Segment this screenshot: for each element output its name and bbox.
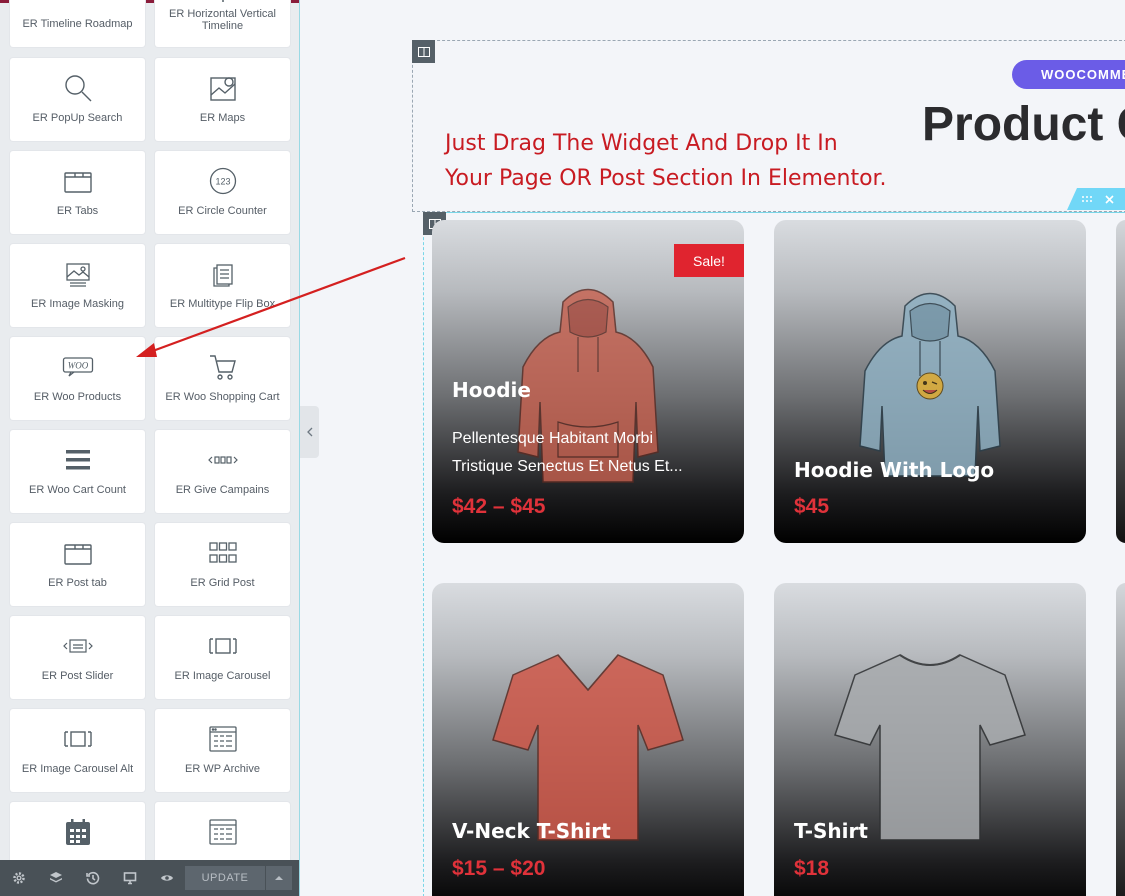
- section-handle[interactable]: [412, 40, 435, 63]
- widget-er-post-tab[interactable]: ER Post tab: [10, 523, 145, 606]
- counter-icon: 123: [155, 165, 290, 197]
- widget-er-image-carousel-alt[interactable]: ER Image Carousel Alt: [10, 709, 145, 792]
- widget-er-give-campains[interactable]: ER Give Campains: [155, 430, 290, 513]
- widget-er-popup-search[interactable]: ER PopUp Search: [10, 58, 145, 141]
- widget-label: ER Timeline Roadmap: [22, 18, 133, 30]
- v-neck-t-shirt-image: [432, 583, 744, 896]
- widget-er-image-carousel[interactable]: ER Image Carousel: [155, 616, 290, 699]
- cart-icon: [155, 351, 290, 383]
- tabs-icon: [10, 165, 145, 197]
- widget-label: ER Maps: [199, 112, 246, 124]
- widget-er-multitype-flip-box[interactable]: ER Multitype Flip Box: [155, 244, 290, 327]
- widget-label: ER PopUp Search: [32, 112, 123, 124]
- widget-er-woo-cart-count[interactable]: ER Woo Cart Count: [10, 430, 145, 513]
- widget-er-maps[interactable]: ER Maps: [155, 58, 290, 141]
- carousel-icon: [10, 723, 145, 755]
- layers-icon[interactable]: [37, 860, 74, 896]
- widget-label: ER Give Campains: [175, 484, 270, 496]
- image-icon: [10, 258, 145, 290]
- widget-label: ER Woo Cart Count: [28, 484, 126, 496]
- svg-text:WOO: WOO: [67, 361, 88, 371]
- widget-er-post-slider[interactable]: ER Post Slider: [10, 616, 145, 699]
- woo-icon: WOO: [10, 351, 145, 383]
- product-price: $45: [794, 495, 830, 518]
- search-icon: [10, 72, 145, 104]
- panel-footer: UPDATE: [0, 860, 299, 896]
- menu-lines-icon: [10, 444, 145, 476]
- product-card-edge: [1116, 220, 1125, 543]
- widget-label: ER Post Slider: [41, 670, 114, 682]
- widget-label: ER Multitype Flip Box: [169, 298, 276, 310]
- product-card[interactable]: V-Neck T-Shirt $15 – $20: [432, 583, 744, 896]
- widget-er-circle-counter[interactable]: 123 ER Circle Counter: [155, 151, 290, 234]
- widget-label: ER Woo Shopping Cart: [165, 391, 280, 403]
- product-card[interactable]: Sale! Hoodie Pellentesque Habitant Morbi…: [432, 220, 744, 543]
- tabs-icon: [10, 537, 145, 569]
- update-options-button[interactable]: [266, 866, 292, 890]
- widget-er-horizontal-vertical-timeline[interactable]: ER Horizontal Vertical Timeline: [155, 0, 290, 47]
- widget-er-tabs[interactable]: ER Tabs: [10, 151, 145, 234]
- widget-er-grid-post[interactable]: ER Grid Post: [155, 523, 290, 606]
- widget-er-timeline-roadmap[interactable]: ER Timeline Roadmap: [10, 0, 145, 47]
- product-price: $15 – $20: [452, 857, 546, 880]
- widget-label: ER Horizontal Vertical Timeline: [169, 8, 276, 32]
- slider-icon: [10, 630, 145, 662]
- widget-label: ER Image Masking: [31, 298, 124, 310]
- widget-er-image-masking[interactable]: ER Image Masking: [10, 244, 145, 327]
- drag-handle-icon[interactable]: [1081, 195, 1093, 203]
- editor-canvas: WOOCOMME Product C Just Drag The Widget …: [301, 0, 1125, 896]
- eye-icon[interactable]: [148, 860, 185, 896]
- woocommerce-badge: WOOCOMME: [1012, 60, 1125, 89]
- widgets-panel: ER Timeline Roadmap ER Horizontal Vertic…: [0, 0, 300, 896]
- product-price: $42 – $45: [452, 495, 546, 518]
- timeline-icon: [10, 0, 145, 10]
- gear-icon[interactable]: [0, 860, 37, 896]
- product-description: Pellentesque Habitant Morbi Tristique Se…: [452, 425, 722, 481]
- caret-up-icon: [275, 876, 283, 880]
- svg-text:123: 123: [215, 177, 230, 187]
- sale-badge: Sale!: [674, 244, 744, 277]
- product-name[interactable]: Hoodie With Logo: [794, 458, 994, 482]
- widget-label: ER Post tab: [48, 577, 107, 589]
- t-shirt-image: [774, 583, 1086, 896]
- calendar-icon: [10, 816, 145, 848]
- product-name[interactable]: V-Neck T-Shirt: [452, 819, 611, 843]
- map-icon: [155, 72, 290, 104]
- product-description-line-2: Tristique Senectus Et Netus Et...: [452, 458, 683, 475]
- annotation-line-1: Just Drag The Widget And Drop It In: [445, 131, 838, 156]
- history-icon[interactable]: [74, 860, 111, 896]
- widget-label: ER Image Carousel: [174, 670, 271, 682]
- annotation-line-2: Your Page OR Post Section In Elementor.: [445, 166, 887, 191]
- widget-label: ER Circle Counter: [178, 205, 267, 217]
- widget-label: ER Woo Products: [33, 391, 122, 403]
- archive-icon: [155, 723, 290, 755]
- grid-icon: [155, 537, 290, 569]
- flip-box-icon: [155, 258, 290, 290]
- widget-edit-tab[interactable]: [1067, 188, 1125, 210]
- widget-label: ER Image Carousel Alt: [21, 763, 134, 775]
- product-card[interactable]: T-Shirt $18: [774, 583, 1086, 896]
- widget-label: ER Tabs: [56, 205, 99, 217]
- product-card-edge: [1116, 583, 1125, 896]
- widget-er-woo-shopping-cart[interactable]: ER Woo Shopping Cart: [155, 337, 290, 420]
- widget-er-woo-products[interactable]: WOO ER Woo Products: [10, 337, 145, 420]
- responsive-icon[interactable]: [111, 860, 148, 896]
- product-name[interactable]: Hoodie: [452, 378, 531, 402]
- product-name[interactable]: T-Shirt: [794, 819, 868, 843]
- columns-icon: [417, 46, 430, 57]
- widget-label: ER Grid Post: [190, 577, 255, 589]
- archive-icon: [155, 816, 290, 848]
- product-description-line-1: Pellentesque Habitant Morbi: [452, 430, 654, 447]
- update-button[interactable]: UPDATE: [185, 866, 265, 890]
- product-card[interactable]: Hoodie With Logo $45: [774, 220, 1086, 543]
- page-title: Product C: [922, 98, 1125, 151]
- product-price: $18: [794, 857, 830, 880]
- slides-icon: [155, 444, 290, 476]
- carousel-icon: [155, 630, 290, 662]
- widget-label: ER WP Archive: [185, 763, 260, 775]
- annotation-text: Just Drag The Widget And Drop It In Your…: [445, 126, 887, 196]
- widget-er-wp-archive[interactable]: ER WP Archive: [155, 709, 290, 792]
- close-icon[interactable]: [1105, 194, 1114, 204]
